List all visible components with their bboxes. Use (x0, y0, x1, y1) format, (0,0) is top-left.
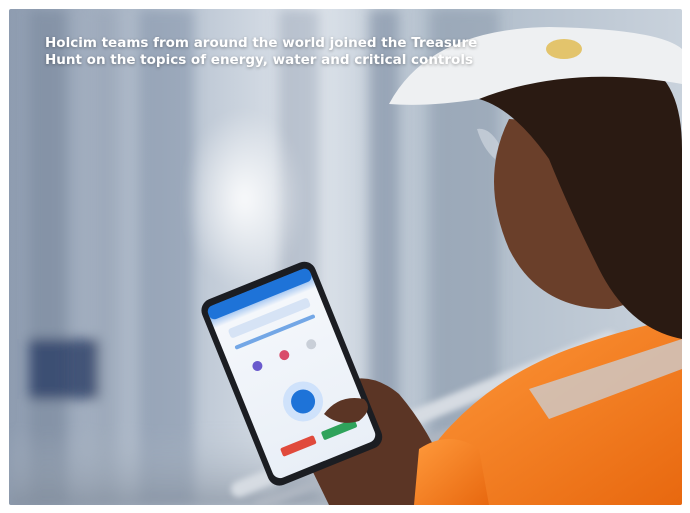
worker-photo (9, 9, 682, 505)
photo-caption: Holcim teams from around the world joine… (45, 35, 478, 68)
hero-photo: Holcim teams from around the world joine… (9, 9, 682, 505)
